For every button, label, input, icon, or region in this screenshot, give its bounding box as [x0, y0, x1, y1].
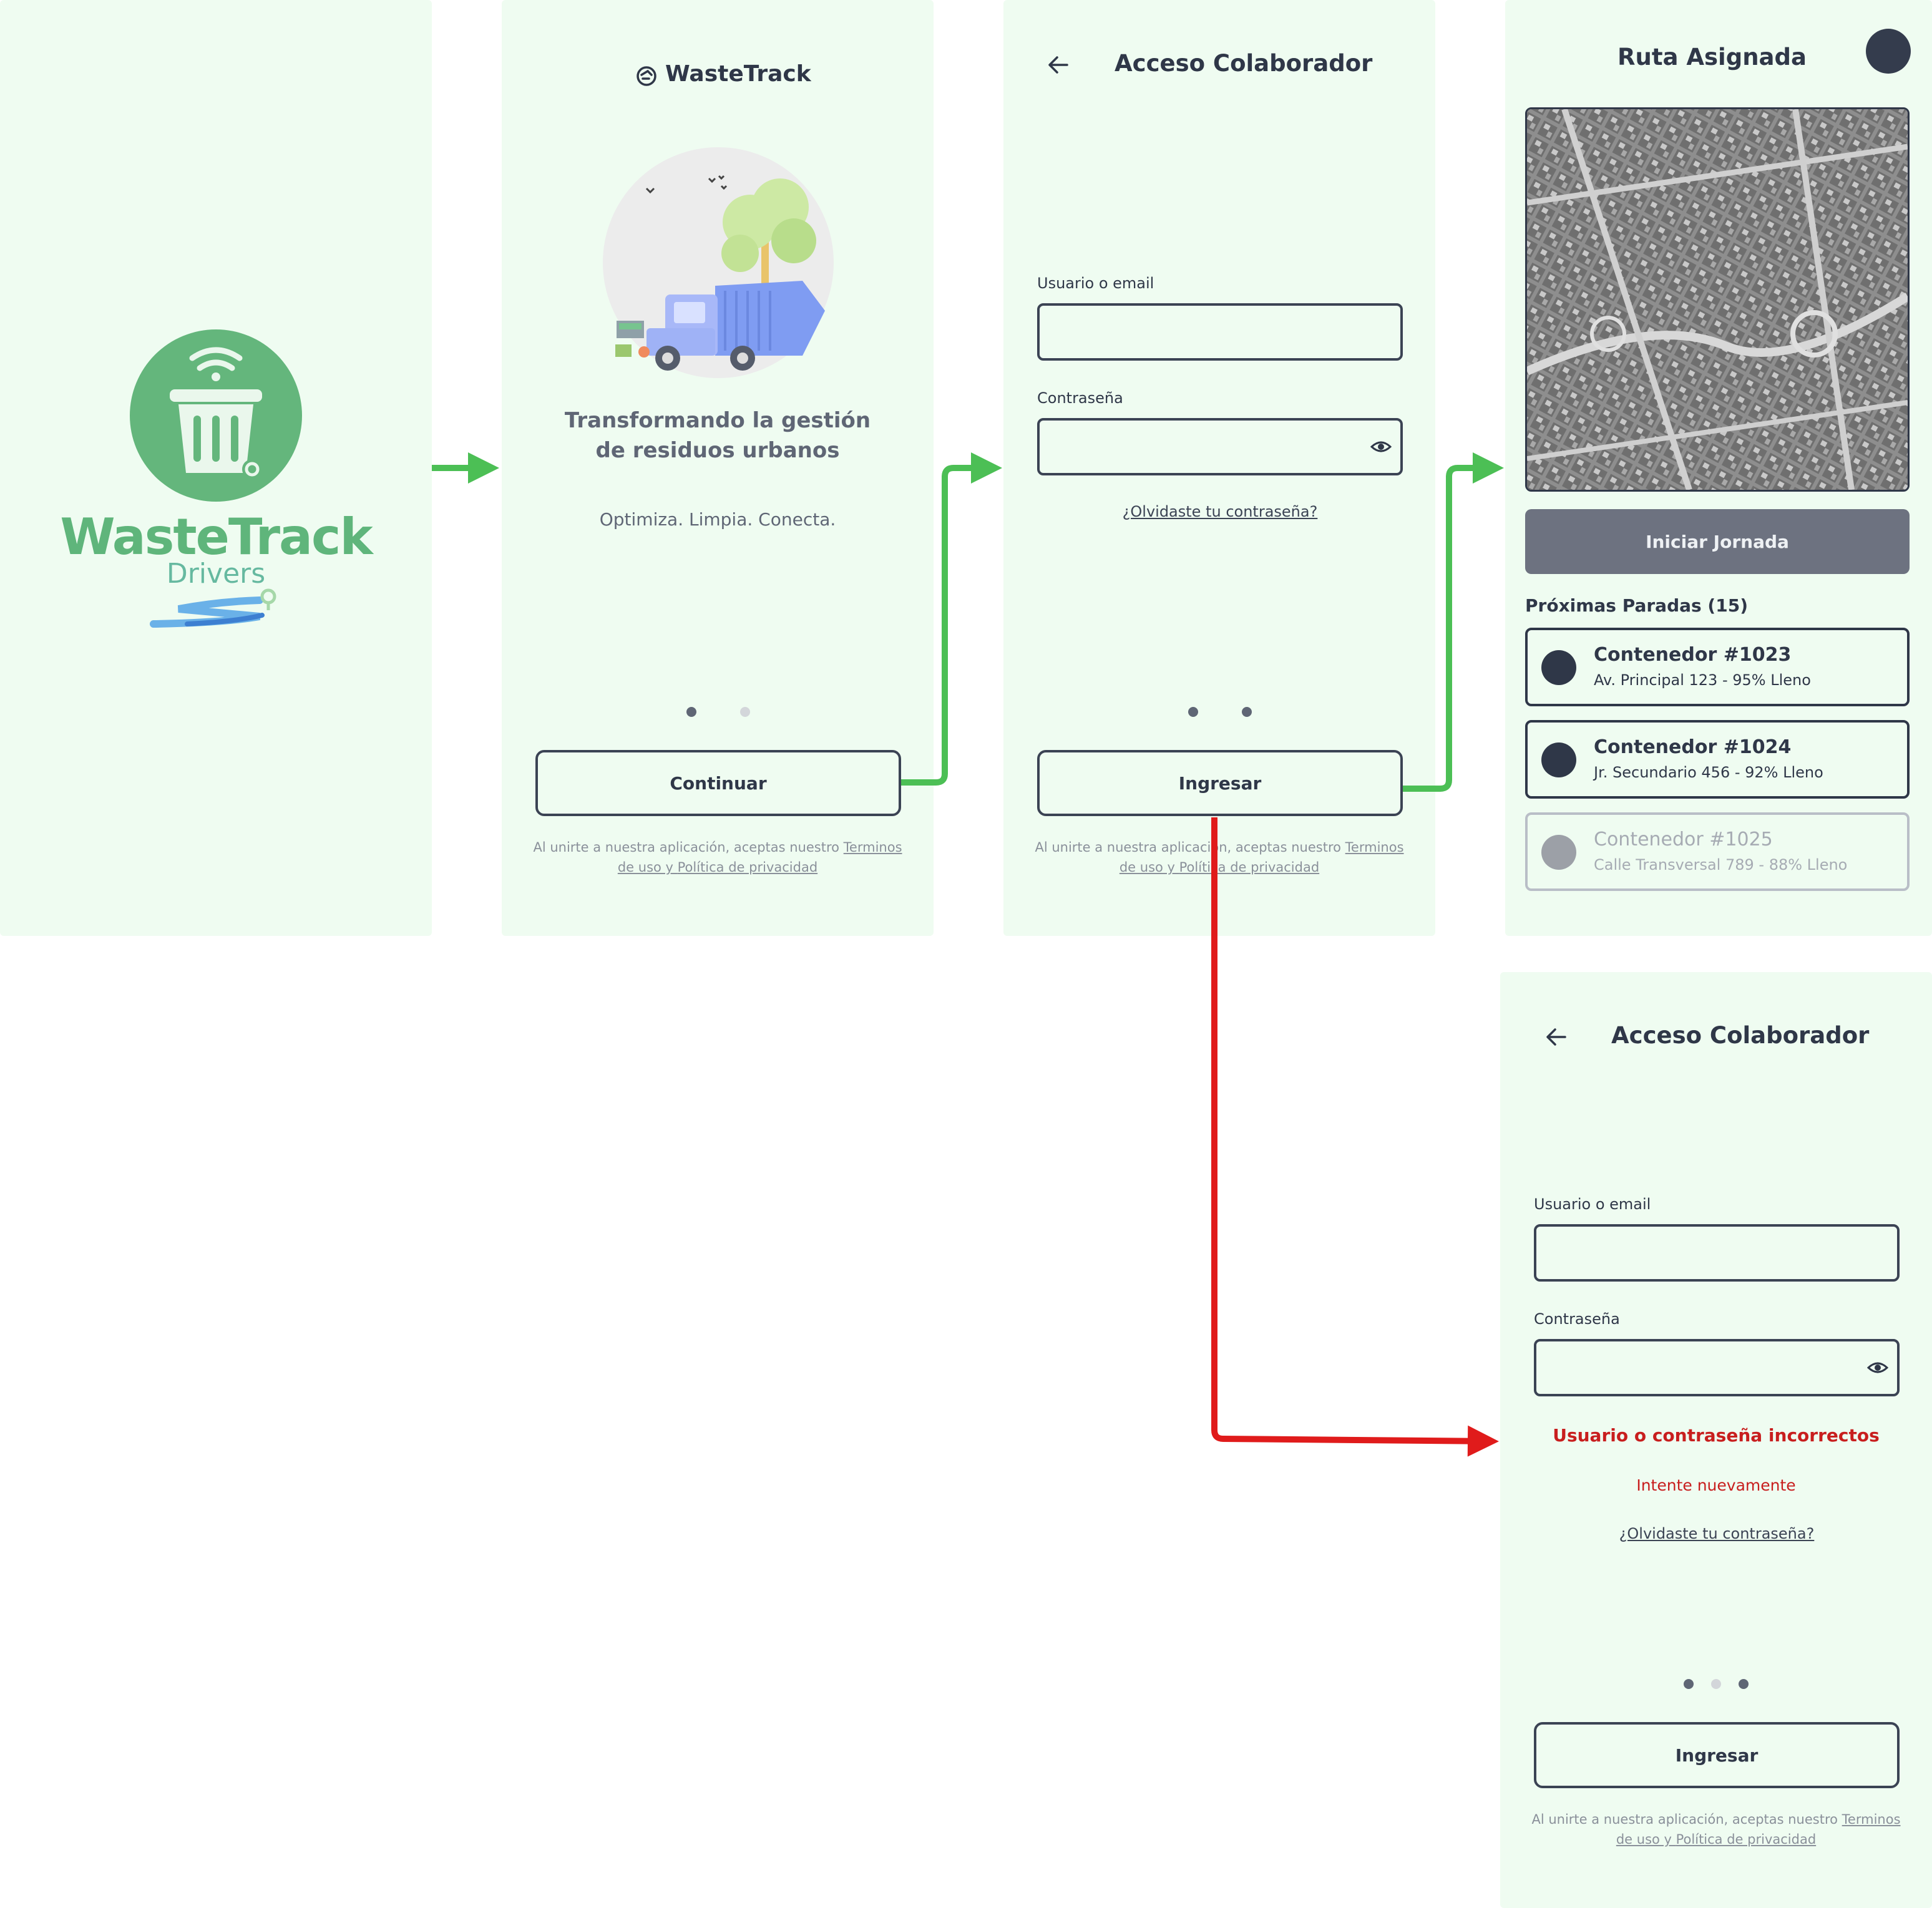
flow-arrows	[432, 452, 1504, 1457]
flow-arrow-continue-to-login	[901, 452, 1002, 786]
flow-arrow-login-to-error	[1211, 817, 1499, 1457]
flow-arrow-login-to-route	[1403, 452, 1504, 792]
